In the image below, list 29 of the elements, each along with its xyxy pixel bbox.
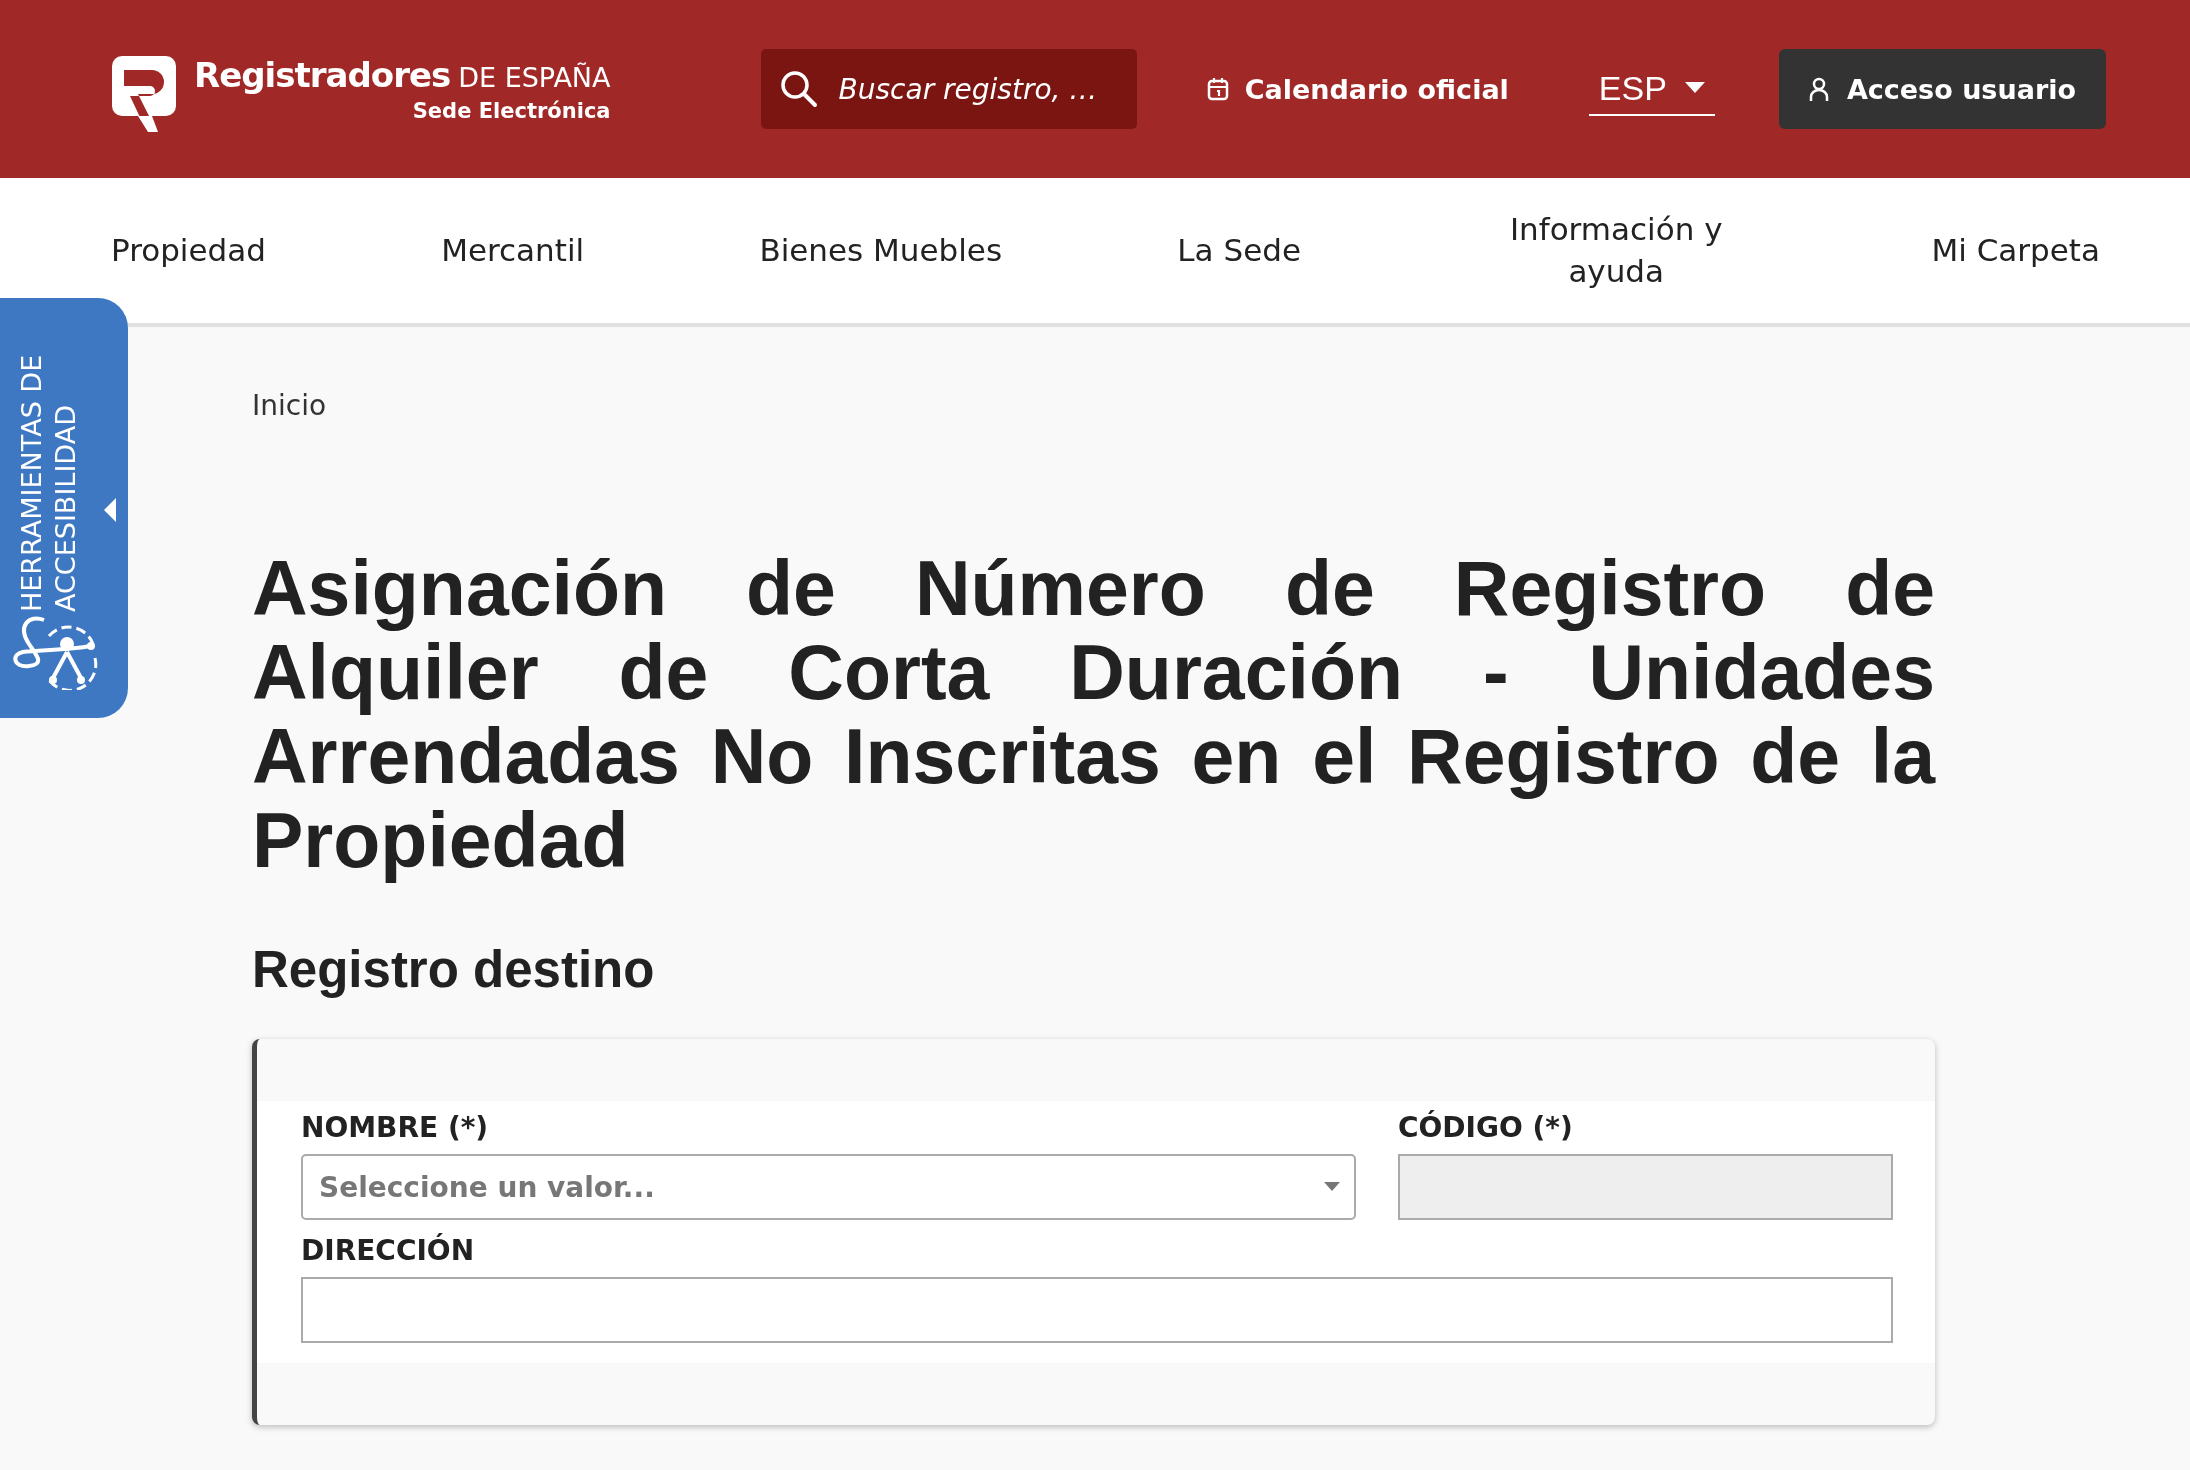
select-field[interactable]: Seleccione un valor... [301, 1154, 1356, 1220]
nav-link[interactable]: Mercantil [441, 229, 585, 272]
logo-subtitle: Sede Electrónica [412, 99, 611, 123]
calendar-link[interactable]: Calendario oficial [1206, 73, 1509, 105]
logo-name: Registradores [194, 55, 451, 95]
page-title: Asignación de Número de Registro de Alquiler de Corta Duración - Unidades Arrendadas No Inscritas en el Registro de la Propiedad [252, 546, 1935, 882]
field-label: CÓDIGO (*) [1398, 1111, 1574, 1144]
calendar-icon [1206, 77, 1229, 101]
language-dropdown[interactable]: ESP [1588, 62, 1715, 116]
logo-suffix: DE ESPAÑA [458, 62, 611, 93]
nav-link[interactable]: La Sede [1177, 229, 1301, 272]
logo-icon[interactable] [112, 56, 176, 132]
login-button[interactable]: Acceso usuario [1778, 49, 2106, 129]
caret-icon [1684, 82, 1705, 94]
caret-icon [1324, 1182, 1340, 1192]
input-field[interactable] [301, 1277, 1893, 1343]
nav-link[interactable]: Propiedad [111, 229, 266, 272]
section-heading: Registro destino [252, 940, 656, 999]
nav-link[interactable]: Información y ayuda [1476, 208, 1757, 293]
search-field[interactable]: Buscar registro, … [760, 49, 1137, 129]
nav-link[interactable]: Bienes Muebles [759, 229, 1003, 272]
user-icon [1808, 76, 1829, 102]
caret-icon [104, 498, 116, 522]
nav-link[interactable]: Mi Carpeta [1931, 229, 2100, 272]
breadcrumb-link[interactable]: Inicio [252, 389, 327, 422]
accessibility-tab[interactable]: HERRAMIENTAS DE ACCESIBILIDAD [0, 298, 128, 718]
field-label: DIRECCIÓN [301, 1234, 476, 1267]
field-label: NOMBRE (*) [301, 1111, 490, 1144]
accessibility-label: HERRAMIENTAS DE ACCESIBILIDAD [15, 353, 82, 612]
